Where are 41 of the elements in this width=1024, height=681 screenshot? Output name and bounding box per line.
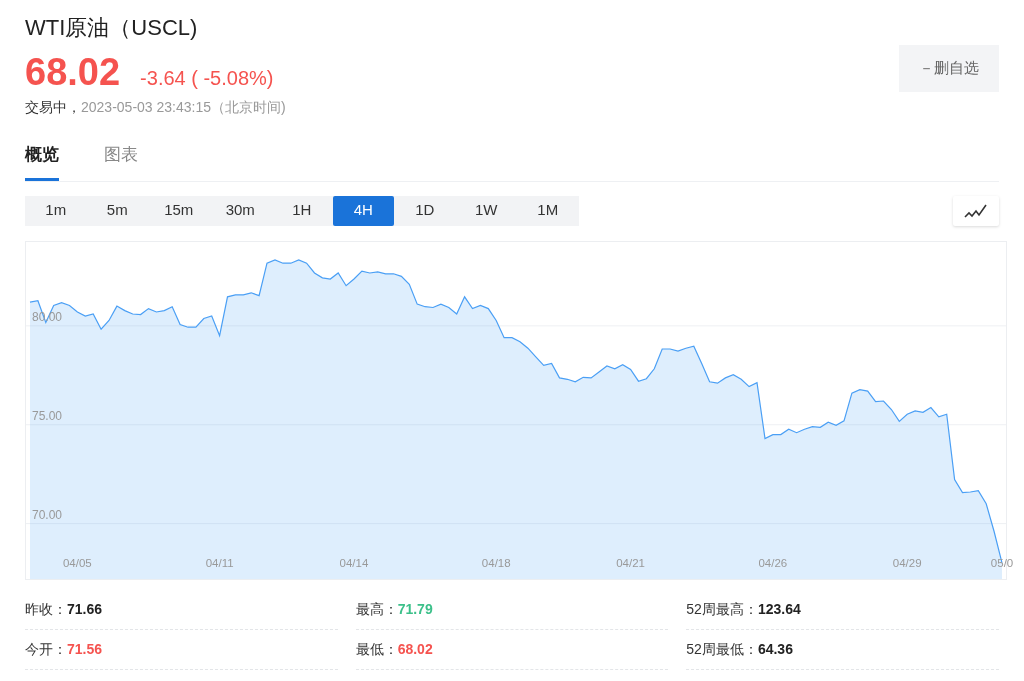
tab[interactable]: 概览 [25,142,59,181]
trading-status: 交易中， [25,98,81,117]
tab[interactable]: 图表 [104,142,138,181]
stat-value: 68.02 [397,639,433,659]
period-button[interactable]: 1W [455,195,517,226]
instrument-title: WTI原油（USCL) [25,14,199,42]
x-axis-label: 04/11 [205,556,234,569]
x-axis-label: 05/0 [990,556,1014,569]
line-chart-icon [964,202,988,219]
price-change: -3.64 ( -5.08%) [140,66,274,91]
stat-label: 最低： [355,639,398,659]
stat-value: 123.64 [757,599,801,619]
x-axis-label: 04/26 [758,556,788,569]
last-price: 68.02 [25,52,121,92]
stat-label: 今开： [25,639,67,659]
stat-value: 64.36 [757,639,793,659]
period-button[interactable]: 1M [517,195,579,226]
stat-label: 昨收： [25,599,67,619]
period-button[interactable]: 1D [394,195,456,226]
period-button[interactable]: 4H [332,195,394,226]
timestamp: 2023-05-03 23:43:15（北京时间) [81,98,286,117]
stat-label: 最高： [355,599,398,619]
period-button[interactable]: 30m [209,195,271,226]
x-axis-label: 04/14 [339,556,369,569]
x-axis-label: 04/29 [892,556,922,569]
period-button[interactable]: 15m [148,195,210,226]
y-axis-label: 75.00 [32,408,63,423]
stat-label: 52周最低： [686,639,758,659]
period-button[interactable]: 1H [271,195,333,226]
stat-label: 52周最高： [686,599,758,619]
stat-value: 71.79 [397,599,433,619]
period-button[interactable]: 5m [86,195,148,226]
chart-type-button[interactable] [953,195,999,226]
y-axis-label: 70.00 [32,507,63,522]
period-button[interactable]: 1m [25,195,87,226]
x-axis-label: 04/05 [63,556,92,569]
stat-value: 71.56 [67,639,103,659]
remove-watchlist-button[interactable]: －删自选 [899,45,999,92]
stat-value: 71.66 [67,599,103,619]
x-axis-label: 04/18 [481,556,511,569]
x-axis-label: 04/21 [616,556,645,569]
